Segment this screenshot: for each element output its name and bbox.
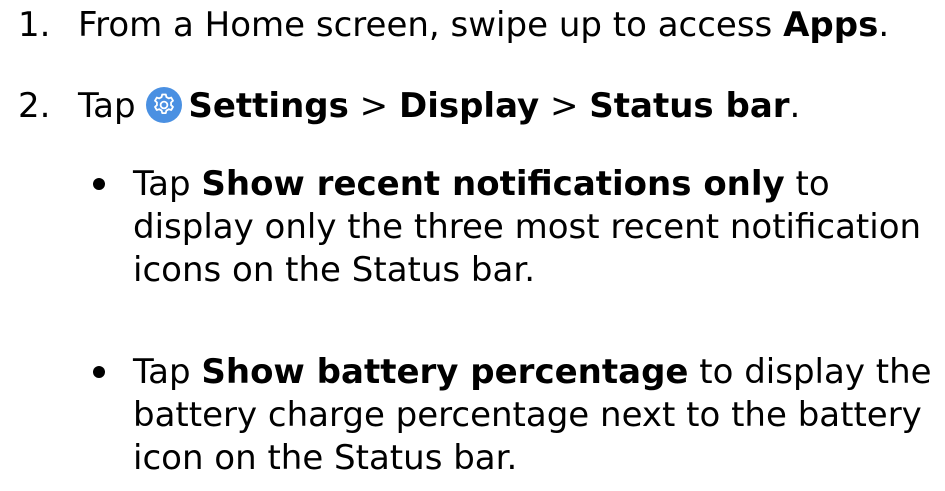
step-number: 2. (18, 86, 51, 126)
step-number: 1. (18, 5, 51, 45)
settings-gear-icon (146, 87, 183, 123)
period: . (789, 86, 801, 126)
separator: > (539, 86, 590, 126)
bullet-dot (93, 366, 105, 378)
settings-label: Settings (188, 86, 349, 126)
option-label: Show recent notifications only (201, 164, 785, 204)
option-label: Show battery percentage (201, 352, 689, 392)
status-bar-label: Status bar (589, 86, 790, 126)
tap-text: Tap (133, 164, 202, 204)
bullet-show-recent-notifications: Tap Show recent notifications only to di… (93, 163, 933, 292)
tap-text: Tap (78, 86, 136, 126)
step-2: 2. Tap Settings > Display > Status bar. (18, 85, 800, 127)
display-label: Display (398, 86, 540, 126)
step-1: 1. From a Home screen, swipe up to access… (18, 4, 889, 46)
apps-label: Apps (783, 5, 879, 45)
step-text: From a Home screen, swipe up to access (78, 5, 784, 45)
bullet-dot (93, 178, 105, 190)
period: . (878, 5, 890, 45)
tap-text: Tap (133, 352, 202, 392)
bullet-show-battery-percentage: Tap Show battery percentage to display t… (93, 351, 933, 480)
separator: > (348, 86, 399, 126)
